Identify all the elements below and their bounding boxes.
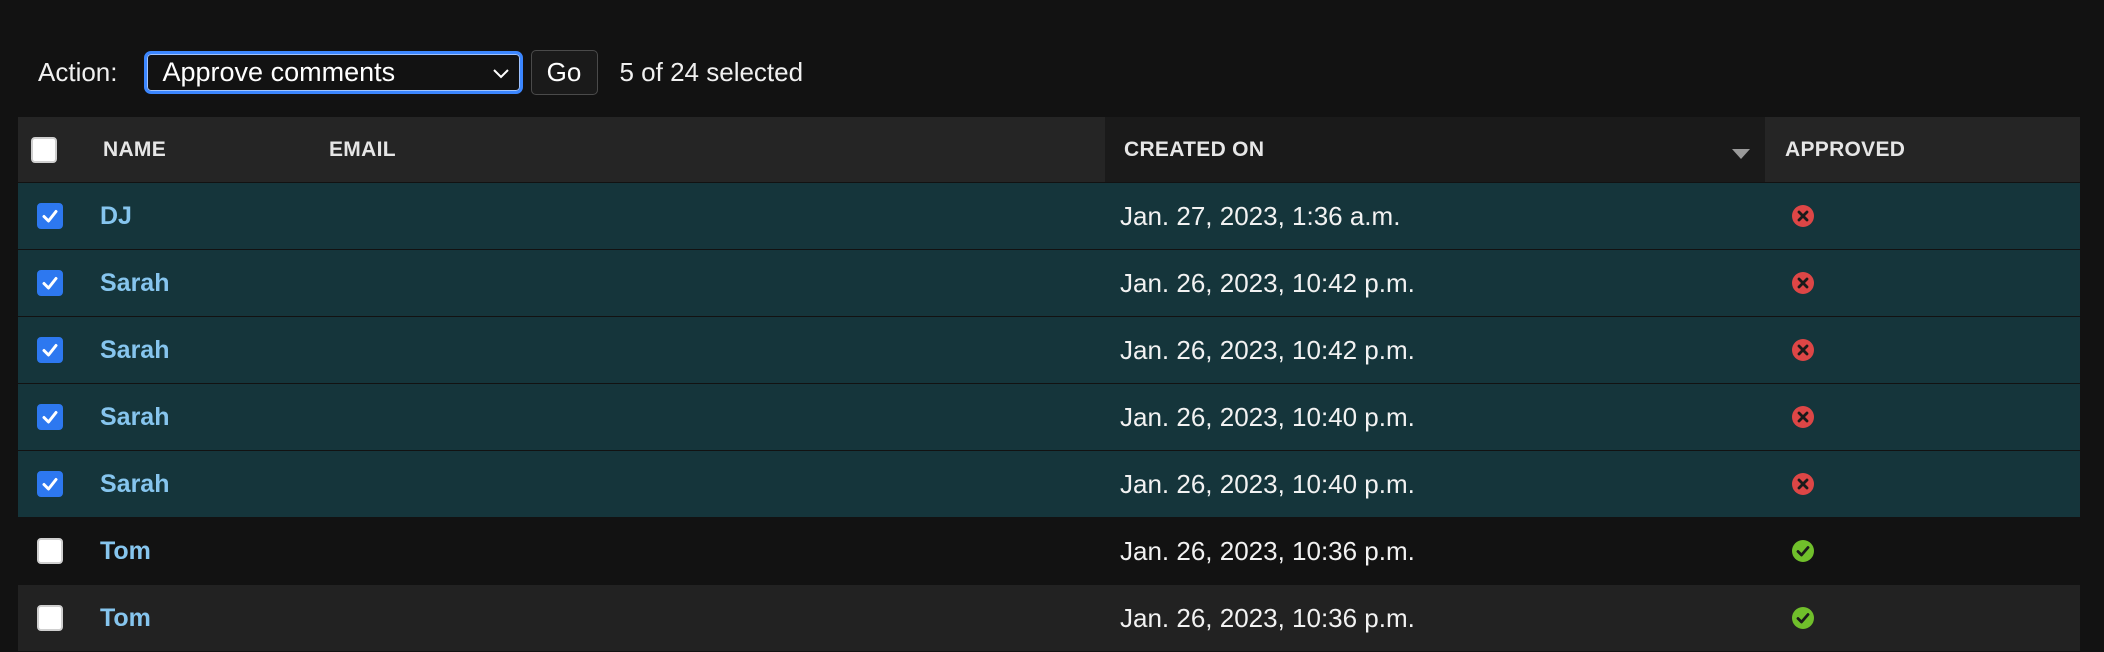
action-select-value: Approve comments bbox=[162, 57, 396, 87]
row-approved-cell bbox=[1792, 518, 1814, 584]
table-row[interactable]: Sarah Jan. 26, 2023, 10:42 p.m. bbox=[18, 317, 2080, 384]
table-row[interactable]: Sarah Jan. 26, 2023, 10:40 p.m. bbox=[18, 451, 2080, 518]
row-checkbox[interactable] bbox=[37, 404, 63, 430]
row-checkbox[interactable] bbox=[37, 337, 63, 363]
checkmark-icon bbox=[42, 277, 58, 290]
check-circle-icon bbox=[1792, 607, 1814, 629]
results-table: NAME EMAIL CREATED ON APPROVED DJ Jan. 27… bbox=[18, 117, 2080, 652]
row-name-link[interactable]: Sarah bbox=[100, 269, 169, 298]
check-circle-icon bbox=[1792, 540, 1814, 562]
column-header-approved[interactable]: APPROVED bbox=[1785, 117, 1905, 182]
table-header: NAME EMAIL CREATED ON APPROVED bbox=[18, 117, 2080, 183]
x-circle-icon bbox=[1792, 205, 1814, 227]
row-checkbox[interactable] bbox=[37, 471, 63, 497]
row-created-on: Jan. 26, 2023, 10:42 p.m. bbox=[1120, 267, 1415, 298]
table-body: DJ Jan. 27, 2023, 1:36 a.m. Sarah Jan. 26, … bbox=[18, 183, 2080, 652]
row-approved-cell bbox=[1792, 250, 1814, 316]
sort-descending-icon[interactable] bbox=[1732, 149, 1750, 159]
row-approved-cell bbox=[1792, 451, 1814, 517]
action-label: Action: bbox=[38, 57, 118, 87]
row-name-link[interactable]: Sarah bbox=[100, 403, 169, 432]
x-circle-icon bbox=[1792, 339, 1814, 361]
x-circle-icon bbox=[1792, 406, 1814, 428]
checkmark-icon bbox=[42, 478, 58, 491]
table-row[interactable]: Tom Jan. 26, 2023, 10:36 p.m. bbox=[18, 585, 2080, 652]
column-header-name[interactable]: NAME bbox=[103, 117, 166, 182]
select-all-checkbox[interactable] bbox=[31, 136, 57, 163]
row-checkbox-cell bbox=[37, 585, 63, 651]
column-header-created-on[interactable]: CREATED ON bbox=[1124, 117, 1264, 182]
row-created-on: Jan. 26, 2023, 10:40 p.m. bbox=[1120, 468, 1415, 499]
row-name-cell: Sarah bbox=[100, 384, 169, 450]
row-approved-cell bbox=[1792, 384, 1814, 450]
row-created-on: Jan. 26, 2023, 10:42 p.m. bbox=[1120, 334, 1415, 365]
row-checkbox-cell bbox=[37, 250, 63, 316]
row-name-cell: Sarah bbox=[100, 451, 169, 517]
row-approved-cell bbox=[1792, 317, 1814, 383]
x-circle-icon bbox=[1792, 473, 1814, 495]
row-checkbox-cell bbox=[37, 317, 63, 383]
table-row[interactable]: Sarah Jan. 26, 2023, 10:42 p.m. bbox=[18, 250, 2080, 317]
row-checkbox-cell bbox=[37, 451, 63, 517]
row-name-link[interactable]: Tom bbox=[100, 537, 151, 566]
row-name-cell: DJ bbox=[100, 183, 132, 249]
table-row[interactable]: Tom Jan. 26, 2023, 10:36 p.m. bbox=[18, 518, 2080, 585]
chevron-down-icon bbox=[492, 69, 509, 79]
row-name-link[interactable]: DJ bbox=[100, 202, 132, 231]
row-name-link[interactable]: Sarah bbox=[100, 470, 169, 499]
row-checkbox[interactable] bbox=[37, 203, 63, 229]
row-name-cell: Sarah bbox=[100, 250, 169, 316]
row-checkbox[interactable] bbox=[37, 270, 63, 296]
row-created-on: Jan. 27, 2023, 1:36 a.m. bbox=[1120, 200, 1401, 231]
row-name-link[interactable]: Tom bbox=[100, 604, 151, 633]
row-checkbox-cell bbox=[37, 183, 63, 249]
select-all-cell bbox=[31, 117, 57, 182]
action-bar: Action: Approve comments Go 5 of 24 sele… bbox=[38, 49, 803, 96]
row-created-on: Jan. 26, 2023, 10:36 p.m. bbox=[1120, 535, 1415, 566]
row-checkbox[interactable] bbox=[37, 538, 63, 564]
row-name-link[interactable]: Sarah bbox=[100, 336, 169, 365]
table-row[interactable]: Sarah Jan. 26, 2023, 10:40 p.m. bbox=[18, 384, 2080, 451]
row-created-on: Jan. 26, 2023, 10:36 p.m. bbox=[1120, 602, 1415, 633]
row-name-cell: Sarah bbox=[100, 317, 169, 383]
row-checkbox[interactable] bbox=[37, 605, 63, 631]
checkmark-icon bbox=[42, 344, 58, 357]
row-name-cell: Tom bbox=[100, 585, 151, 651]
go-button[interactable]: Go bbox=[530, 50, 598, 95]
selection-counter: 5 of 24 selected bbox=[619, 57, 804, 87]
table-row[interactable]: DJ Jan. 27, 2023, 1:36 a.m. bbox=[18, 183, 2080, 250]
row-approved-cell bbox=[1792, 183, 1814, 249]
checkmark-icon bbox=[42, 210, 58, 223]
column-header-email[interactable]: EMAIL bbox=[329, 117, 396, 182]
x-circle-icon bbox=[1792, 272, 1814, 294]
row-name-cell: Tom bbox=[100, 518, 151, 584]
action-select[interactable]: Approve comments bbox=[143, 51, 523, 94]
checkmark-icon bbox=[42, 411, 58, 424]
row-approved-cell bbox=[1792, 585, 1814, 651]
row-checkbox-cell bbox=[37, 518, 63, 584]
row-checkbox-cell bbox=[37, 384, 63, 450]
row-created-on: Jan. 26, 2023, 10:40 p.m. bbox=[1120, 401, 1415, 432]
